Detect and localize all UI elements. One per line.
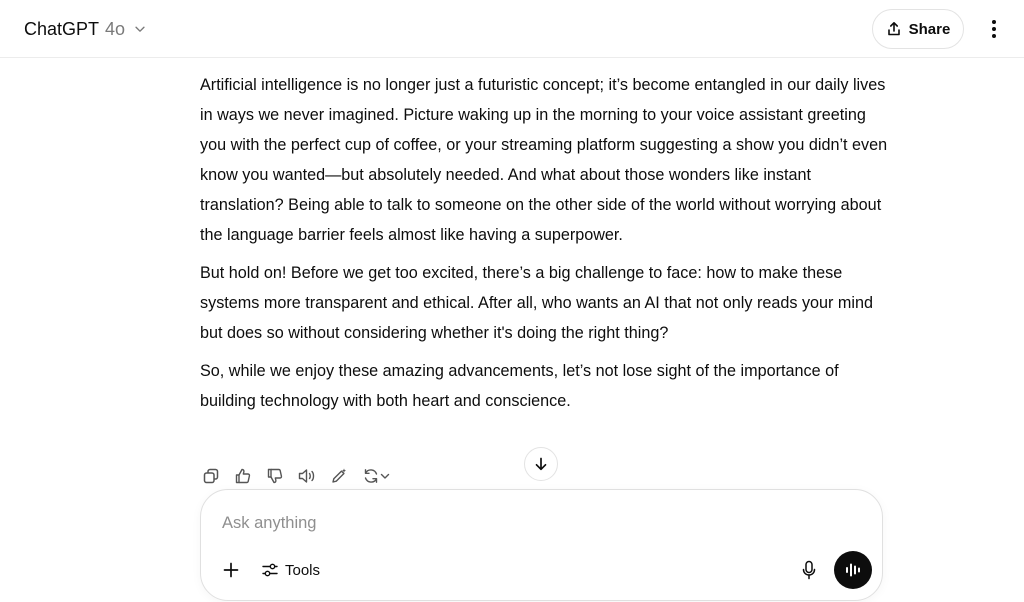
edit-in-canvas-button[interactable] — [326, 462, 352, 490]
mic-icon — [802, 560, 816, 580]
share-button[interactable]: Share — [872, 9, 964, 49]
more-vertical-icon — [992, 20, 996, 38]
tools-button[interactable]: Tools — [257, 556, 324, 584]
dictate-button[interactable] — [795, 556, 823, 584]
voice-mode-icon — [846, 563, 860, 577]
message-actions — [198, 462, 394, 490]
regenerate-button[interactable] — [358, 462, 394, 490]
share-icon — [887, 22, 900, 36]
plus-icon — [223, 562, 239, 578]
model-name: ChatGPT — [24, 18, 100, 39]
message-paragraph: But hold on! Before we get too excited, … — [200, 264, 874, 342]
regenerate-icon — [364, 469, 378, 483]
prompt-input[interactable] — [222, 510, 822, 536]
chevron-down-icon — [380, 473, 390, 479]
chevron-down-icon — [135, 26, 145, 32]
read-aloud-icon — [298, 469, 315, 483]
arrow-down-icon — [535, 457, 547, 471]
bad-response-button[interactable] — [262, 462, 288, 490]
copy-button[interactable] — [198, 462, 224, 490]
model-switcher[interactable]: ChatGPT 4o — [16, 12, 155, 46]
message-paragraph: So, while we enjoy these amazing advance… — [200, 362, 839, 410]
composer: Tools — [200, 489, 883, 601]
edit-in-canvas-icon — [332, 468, 346, 483]
add-attachment-button[interactable] — [217, 556, 245, 584]
assistant-message: Artificial intelligence is no longer jus… — [200, 70, 890, 424]
message-paragraph: Artificial intelligence is no longer jus… — [200, 76, 888, 244]
thumbs-up-icon — [235, 468, 251, 484]
scroll-to-bottom-button[interactable] — [524, 447, 558, 481]
model-version: 4o — [105, 18, 126, 39]
good-response-button[interactable] — [230, 462, 256, 490]
voice-mode-button[interactable] — [834, 551, 872, 589]
copy-icon — [203, 468, 219, 484]
top-bar: ChatGPT 4o Share — [0, 0, 1024, 58]
share-label: Share — [908, 20, 951, 38]
thumbs-down-icon — [267, 468, 283, 484]
tools-icon — [262, 563, 278, 577]
more-options-button[interactable] — [978, 13, 1010, 45]
tools-label: Tools — [285, 561, 321, 579]
read-aloud-button[interactable] — [294, 462, 320, 490]
